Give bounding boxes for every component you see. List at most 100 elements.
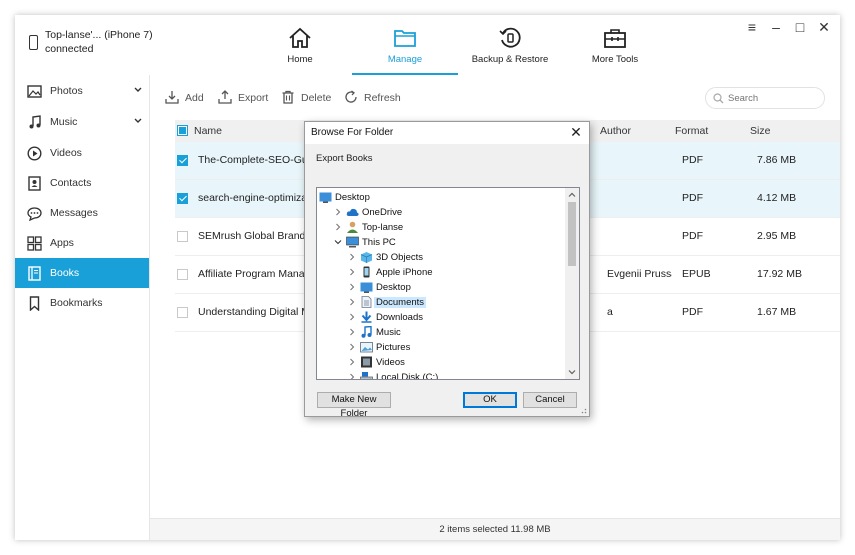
photo-icon <box>27 85 42 98</box>
expand-arrow-icon[interactable] <box>347 357 357 367</box>
row-checkbox[interactable] <box>177 155 188 166</box>
sidebar-item-label: Videos <box>50 147 82 159</box>
tree-node-label: Local Disk (C:) <box>376 372 439 380</box>
sidebar-item-label: Apps <box>50 237 74 249</box>
add-button[interactable]: Add <box>165 90 210 106</box>
scroll-up-icon[interactable] <box>565 188 579 202</box>
expand-arrow-icon[interactable] <box>347 282 357 292</box>
search-box[interactable] <box>705 87 825 109</box>
row-format: PDF <box>682 154 703 166</box>
expand-arrow-icon[interactable] <box>347 297 357 307</box>
row-checkbox[interactable] <box>177 193 188 204</box>
row-checkbox[interactable] <box>177 307 188 318</box>
sidebar-item-apps[interactable]: Apps <box>15 228 149 258</box>
tree-node-label: OneDrive <box>362 207 403 218</box>
tree-node-label: Pictures <box>376 342 411 353</box>
sidebar-item-label: Bookmarks <box>50 297 103 309</box>
expand-arrow-icon[interactable] <box>347 342 357 352</box>
select-all-checkbox[interactable] <box>177 125 188 136</box>
scroll-down-icon[interactable] <box>565 365 579 379</box>
export-button[interactable]: Export <box>218 90 273 106</box>
minimize-icon[interactable]: – <box>768 19 784 35</box>
book-icon <box>28 266 41 281</box>
browse-folder-dialog: Browse For Folder ✕ Export Books Desktop… <box>304 121 590 419</box>
music-note-icon <box>29 115 41 129</box>
folder-tree[interactable]: Desktop OneDrive Top-lanse This PC 3D Object… <box>316 187 580 380</box>
chevron-down-icon[interactable] <box>133 85 143 95</box>
expand-arrow-icon[interactable] <box>333 207 343 217</box>
close-icon[interactable]: ✕ <box>816 19 832 35</box>
maximize-icon[interactable]: □ <box>792 19 808 35</box>
cloud-icon <box>346 208 359 216</box>
nav-home[interactable]: Home <box>273 15 327 75</box>
expand-arrow-icon[interactable] <box>347 312 357 322</box>
dialog-description: Export Books <box>316 153 373 164</box>
film-icon <box>361 356 372 368</box>
column-name[interactable]: Name <box>194 125 222 137</box>
nav-backup-restore[interactable]: Backup & Restore <box>470 15 550 75</box>
row-name: The-Complete-SEO-Guide <box>198 154 304 166</box>
row-format: PDF <box>682 230 703 242</box>
sidebar-item-music[interactable]: Music <box>15 107 149 137</box>
row-author: a <box>607 306 613 318</box>
export-icon <box>218 90 232 104</box>
backup-restore-icon <box>499 27 521 48</box>
music-note-icon <box>361 326 372 338</box>
device-status: connected <box>45 43 94 55</box>
status-bar: 2 items selected 11.98 MB <box>150 518 840 540</box>
refresh-button[interactable]: Refresh <box>344 90 404 106</box>
tree-node-label: Apple iPhone <box>376 267 433 278</box>
row-format: PDF <box>682 306 703 318</box>
refresh-label: Refresh <box>364 92 401 104</box>
delete-button[interactable]: Delete <box>281 90 336 106</box>
tree-node-label: Videos <box>376 357 405 368</box>
expand-arrow-icon[interactable] <box>347 267 357 277</box>
folder-icon <box>394 30 416 47</box>
scroll-thumb[interactable] <box>568 202 576 266</box>
column-author[interactable]: Author <box>600 125 631 137</box>
bookmark-icon <box>29 296 40 311</box>
chevron-down-icon[interactable] <box>133 116 143 126</box>
sidebar-item-contacts[interactable]: Contacts <box>15 168 149 198</box>
resize-grip-icon[interactable] <box>579 406 587 414</box>
row-checkbox[interactable] <box>177 231 188 242</box>
cancel-button[interactable]: Cancel <box>523 392 577 408</box>
sidebar-item-books[interactable]: Books <box>15 258 149 288</box>
expand-arrow-icon[interactable] <box>347 327 357 337</box>
sidebar-item-photos[interactable]: Photos <box>15 76 149 106</box>
contacts-icon <box>28 176 41 191</box>
refresh-icon <box>345 90 357 103</box>
nav-more-tools[interactable]: More Tools <box>585 15 645 75</box>
column-size[interactable]: Size <box>750 125 770 137</box>
nav-home-label: Home <box>287 54 313 65</box>
expand-arrow-icon[interactable] <box>347 252 357 262</box>
dialog-close-icon[interactable]: ✕ <box>569 124 583 140</box>
sidebar-item-label: Messages <box>50 207 98 219</box>
user-icon <box>347 221 358 233</box>
row-size: 1.67 MB <box>757 306 797 318</box>
sidebar-item-videos[interactable]: Videos <box>15 138 149 168</box>
phone-icon <box>29 35 38 50</box>
nav-manage[interactable]: Manage <box>352 15 458 75</box>
pictures-icon <box>360 342 373 353</box>
tree-scrollbar[interactable] <box>565 188 579 379</box>
sidebar-item-messages[interactable]: Messages <box>15 198 149 228</box>
sidebar-item-bookmarks[interactable]: Bookmarks <box>15 288 149 318</box>
collapse-arrow-icon[interactable] <box>333 237 343 247</box>
expand-arrow-icon[interactable] <box>347 372 357 380</box>
make-new-folder-button[interactable]: Make New Folder <box>317 392 391 419</box>
nav-manage-label: Manage <box>387 54 423 65</box>
ok-button[interactable]: OK <box>463 392 517 408</box>
header: Top-lanse'... (iPhone 7) connected Home … <box>15 15 840 75</box>
sidebar-item-label: Music <box>50 116 78 128</box>
expand-arrow-icon[interactable] <box>333 222 343 232</box>
row-size: 2.95 MB <box>757 230 797 242</box>
tree-node-label: This PC <box>362 237 396 248</box>
row-format: EPUB <box>682 268 711 280</box>
dialog-titlebar: Browse For Folder ✕ <box>305 122 589 144</box>
search-input[interactable] <box>728 91 818 105</box>
menu-icon[interactable]: ≡ <box>744 19 760 35</box>
column-format[interactable]: Format <box>675 125 708 137</box>
row-checkbox[interactable] <box>177 269 188 280</box>
row-author: Evgenii Prussakov <box>607 268 672 280</box>
